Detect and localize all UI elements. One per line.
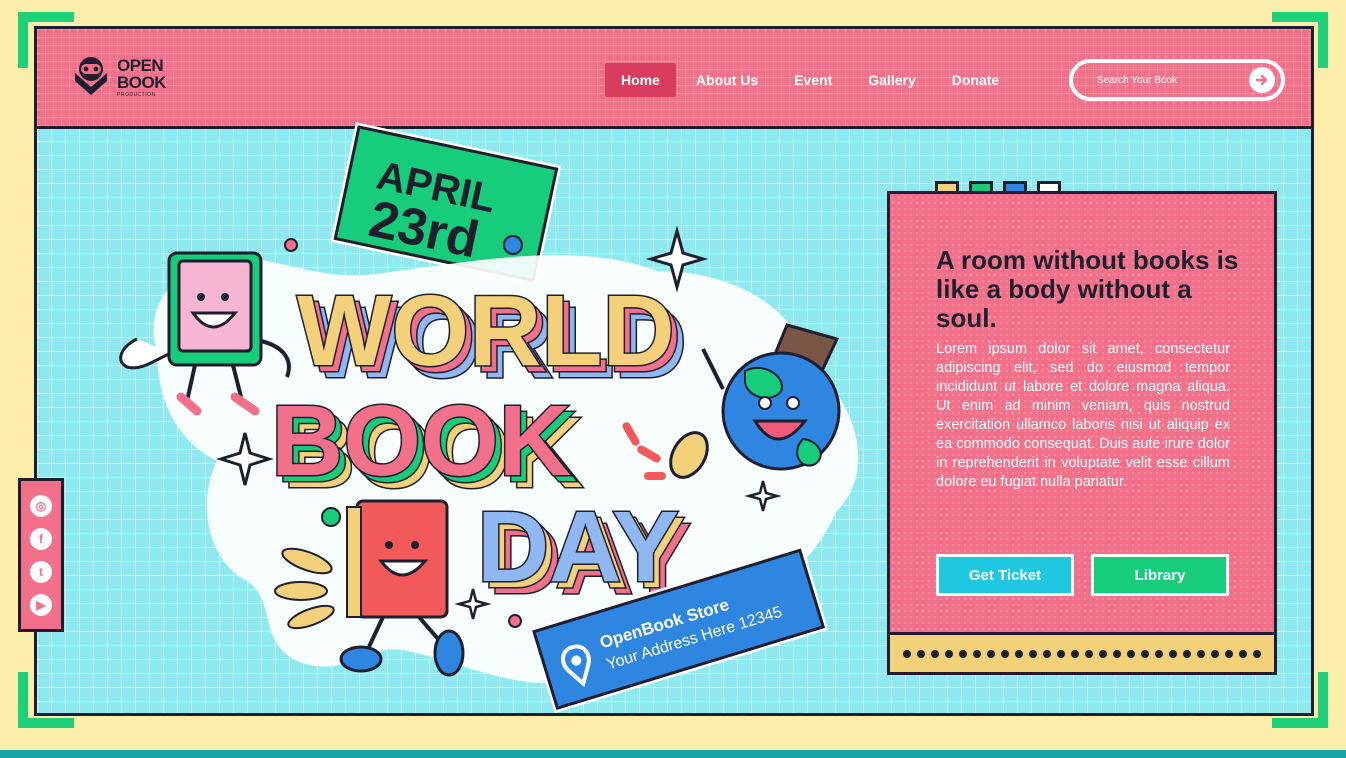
footer-dot — [917, 649, 925, 658]
brand-name-line1: OPEN — [117, 55, 164, 75]
footer-dot — [1057, 649, 1065, 658]
facebook-icon[interactable]: f — [30, 527, 52, 550]
footer-dot — [1211, 649, 1219, 658]
quote-card: A room without books is like a body with… — [887, 191, 1277, 635]
footer-dot — [931, 649, 939, 658]
footer-dot — [1043, 649, 1051, 658]
footer-dot — [1253, 649, 1261, 658]
footer-dot — [1015, 649, 1023, 658]
page-bottom-strip — [0, 750, 1346, 758]
brand-tagline: PRODUCTION — [117, 91, 156, 98]
nav-gallery[interactable]: Gallery — [852, 63, 931, 97]
footer-dot — [1197, 649, 1205, 658]
get-ticket-button[interactable]: Get Ticket — [936, 554, 1074, 596]
youtube-icon[interactable]: ▶ — [30, 593, 52, 616]
footer-dot — [1085, 649, 1093, 658]
quote-body: Lorem ipsum dolor sit amet, consectetur … — [936, 341, 1230, 490]
footer-dot — [987, 649, 995, 658]
landing-frame: OPEN BOOK PRODUCTION Home About Us Event… — [34, 26, 1314, 716]
deco-dot — [321, 507, 341, 527]
arrow-right-icon — [1255, 74, 1268, 86]
search-bar — [1069, 59, 1285, 101]
nav-home[interactable]: Home — [605, 63, 676, 97]
headline-day-text: DAY — [477, 491, 679, 603]
deco-dot — [503, 235, 523, 255]
footer-dot — [1127, 649, 1135, 658]
quote-title: A room without books is like a body with… — [936, 245, 1239, 333]
footer-dot — [1239, 649, 1247, 658]
footer-dot — [959, 649, 967, 658]
footer-dot — [1099, 649, 1107, 658]
footer-dot — [1071, 649, 1079, 658]
brand-logo[interactable]: OPEN BOOK PRODUCTION — [71, 55, 167, 99]
brand-name-line2: BOOK — [117, 72, 167, 92]
nav-donate[interactable]: Donate — [936, 63, 1015, 97]
library-button[interactable]: Library — [1091, 554, 1229, 596]
footer-dot — [1113, 649, 1121, 658]
main-nav: Home About Us Event Gallery Donate — [605, 63, 1019, 97]
search-submit-button[interactable] — [1249, 67, 1275, 93]
card-footer-dots — [887, 635, 1277, 675]
open-book-logo-icon — [75, 57, 107, 95]
site-header: OPEN BOOK PRODUCTION Home About Us Event… — [37, 29, 1311, 129]
footer-dot — [1225, 649, 1233, 658]
nav-event[interactable]: Event — [778, 63, 848, 97]
headline-world-text: WORLD — [297, 275, 675, 387]
twitter-icon[interactable]: t — [30, 560, 52, 583]
footer-dot — [1169, 649, 1177, 658]
footer-dot — [903, 649, 911, 658]
instagram-icon[interactable]: ◎ — [30, 494, 52, 517]
headline-book-text: BOOK — [271, 385, 571, 497]
footer-dot — [1029, 649, 1037, 658]
footer-dot — [973, 649, 981, 658]
deco-dot — [284, 238, 298, 252]
search-input[interactable] — [1097, 74, 1245, 86]
footer-dot — [1155, 649, 1163, 658]
nav-about-us[interactable]: About Us — [680, 63, 774, 97]
hero-illustration: APRIL 23rd WORLD WORLD WORLD BOOK BOOK B… — [119, 122, 859, 713]
footer-dot — [1141, 649, 1149, 658]
deco-dot — [508, 614, 522, 628]
footer-dot — [1001, 649, 1009, 658]
headline-world: WORLD WORLD WORLD — [296, 274, 689, 401]
footer-dot — [1183, 649, 1191, 658]
footer-dot — [945, 649, 953, 658]
social-sidebar: ◎ f t ▶ — [18, 478, 64, 632]
